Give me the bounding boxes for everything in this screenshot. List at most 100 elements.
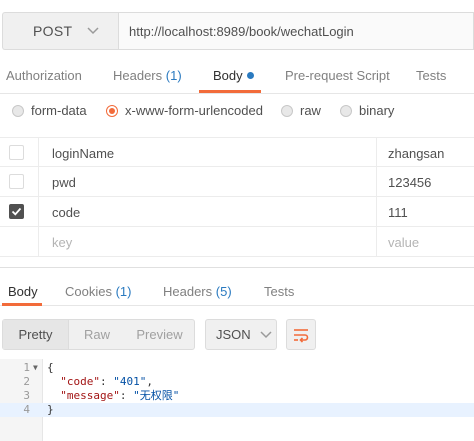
param-value[interactable]: zhangsan [388,146,444,161]
json-value: "无权限" [133,389,180,402]
column-divider [38,138,39,168]
code-line-active: 4 } [0,403,474,417]
value-placeholder-input[interactable]: value [388,235,419,250]
json-value: "401" [113,375,147,388]
code-text: "code": "401", [60,375,153,388]
radio-circle-selected [106,104,118,117]
tab-label: Headers [113,68,163,83]
tab-label: Body [8,284,38,299]
tab-label: Tests [416,68,447,83]
response-tab-cookies[interactable]: Cookies (1) [65,284,131,299]
response-tabs: Body Cookies (1) Headers (5) Tests [0,276,474,306]
line-number: 3 [23,389,30,402]
params-table: loginName zhangsan pwd 123456 code 111 k… [0,137,474,257]
tab-label: Authorization [6,68,82,83]
format-label: JSON [216,327,251,342]
radio-circle [281,104,293,117]
param-key[interactable]: loginName [52,146,114,161]
request-bar: POST http://localhost:8989/book/wechatLo… [2,12,474,50]
radio-label: form-data [31,103,87,118]
method-label: POST [33,23,73,39]
format-dropdown[interactable]: JSON [205,319,277,350]
tab-label: Tests [264,284,295,299]
param-value[interactable]: 111 [388,205,408,220]
tab-tests[interactable]: Tests [416,68,446,83]
table-row: code 111 [0,197,474,227]
column-divider [376,138,377,168]
row-checkbox[interactable] [9,174,24,189]
chevron-down-icon [86,24,100,38]
column-divider [376,227,377,257]
tab-count: (5) [215,284,232,299]
line-number: 2 [23,375,30,388]
code-line: 3 "message": "无权限" [0,389,474,403]
view-pretty-button[interactable]: Pretty [3,320,69,349]
table-row: pwd 123456 [0,167,474,197]
response-tab-tests[interactable]: Tests [264,284,294,299]
view-preview-button[interactable]: Preview [125,320,194,349]
json-punct: , [146,375,153,388]
response-body-viewer[interactable]: 1 ▼ { 2 "code": "401", 3 "message": "无权限… [0,359,474,441]
table-row-new: key value [0,227,474,257]
response-tab-body[interactable]: Body [8,284,38,299]
tab-authorization[interactable]: Authorization [6,68,82,83]
code-line: 1 ▼ { [0,361,474,375]
response-toolbar: Pretty Raw Preview JSON [0,319,474,351]
line-number: 1 [23,361,30,374]
tab-count: (1) [165,68,182,83]
column-divider [376,197,377,227]
radio-raw[interactable]: raw [281,103,321,118]
tab-count: (1) [115,284,132,299]
row-checkbox[interactable] [9,145,24,160]
radio-circle [12,104,24,117]
radio-label: raw [300,103,321,118]
radio-circle [340,104,352,117]
active-tab-indicator [199,90,261,93]
code-text: { [47,361,54,374]
fold-arrow-icon[interactable]: ▼ [33,361,38,375]
response-tab-headers[interactable]: Headers (5) [163,284,232,299]
method-dropdown[interactable]: POST [2,12,118,50]
json-key: "message" [60,389,120,402]
body-indicator-dot [246,72,254,79]
tab-headers[interactable]: Headers (1) [113,68,182,83]
tab-label: Cookies [65,284,112,299]
chevron-down-icon [260,330,272,339]
url-text: http://localhost:8989/book/wechatLogin [129,23,354,39]
radio-label: x-www-form-urlencoded [125,103,263,118]
tab-label: Pre-request Script [285,68,390,83]
column-divider [38,227,39,257]
param-value[interactable]: 123456 [388,175,431,190]
line-number: 4 [23,403,30,416]
radio-label: binary [359,103,395,118]
param-key[interactable]: code [52,205,80,220]
code-text: } [47,403,54,416]
tab-label: Body [213,68,243,83]
checkmark-icon [11,207,22,216]
radio-binary[interactable]: binary [340,103,394,118]
key-placeholder-input[interactable]: key [52,235,72,250]
tab-label: Headers [163,284,213,299]
json-key: "code" [60,375,100,388]
wrap-lines-button[interactable] [286,319,316,350]
table-row: loginName zhangsan [0,137,474,168]
radio-form-data[interactable]: form-data [12,103,87,118]
view-raw-button[interactable]: Raw [69,320,125,349]
body-type-options: form-data x-www-form-urlencoded raw bina… [0,103,474,125]
column-divider [38,167,39,197]
url-input[interactable]: http://localhost:8989/book/wechatLogin [118,12,474,50]
code-text: "message": "无权限" [60,389,180,402]
request-tabs: Authorization Headers (1) Body Pre-reque… [0,60,474,94]
section-divider [0,267,474,268]
code-line: 2 "code": "401", [0,375,474,389]
tab-pre-request-script[interactable]: Pre-request Script [285,68,390,83]
view-mode-group: Pretty Raw Preview [2,319,195,350]
column-divider [376,167,377,197]
radio-x-www-form-urlencoded[interactable]: x-www-form-urlencoded [106,103,263,118]
param-key[interactable]: pwd [52,175,76,190]
column-divider [38,197,39,227]
active-tab-indicator [2,303,42,306]
row-checkbox-checked[interactable] [9,204,24,219]
wrap-lines-icon [294,328,309,343]
tab-body[interactable]: Body [213,68,254,83]
